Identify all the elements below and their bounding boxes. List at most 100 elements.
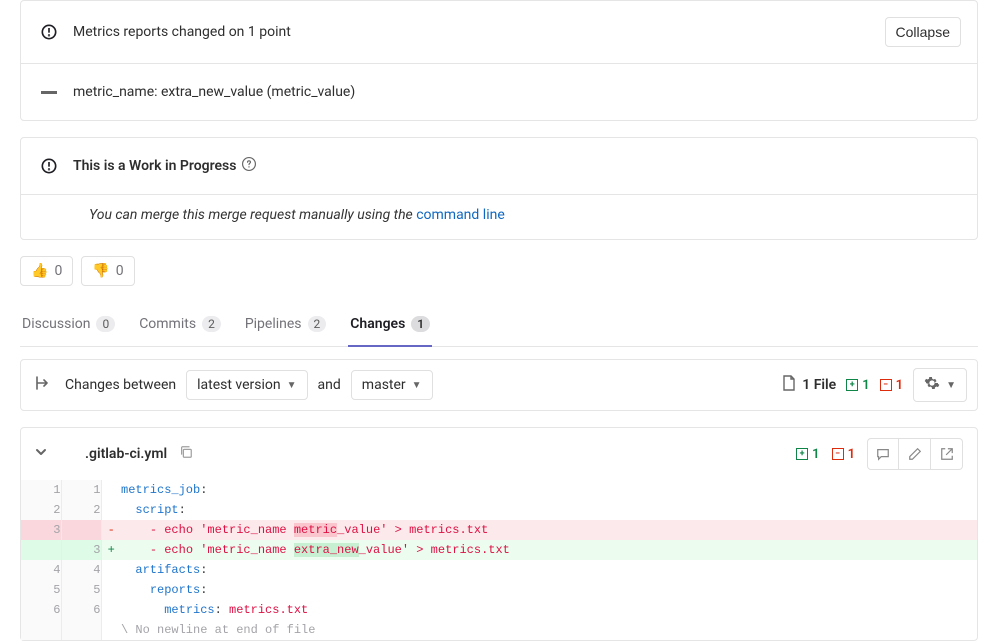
- neutral-icon: [37, 80, 61, 104]
- new-line-number[interactable]: 6: [61, 600, 101, 620]
- comment-button[interactable]: [867, 438, 899, 470]
- file-lines-deleted-count: 1: [848, 447, 855, 462]
- thumbs-up-count: 0: [54, 263, 62, 279]
- version-to-label: master: [362, 377, 406, 393]
- old-line-number[interactable]: 5: [21, 580, 61, 600]
- diff-sign: [101, 500, 121, 520]
- mr-tabs: Discussion 0 Commits 2 Pipelines 2 Chang…: [20, 306, 978, 347]
- diff-sign: [101, 480, 121, 500]
- file-lines-added: + 1: [796, 447, 819, 462]
- tab-commits-label: Commits: [139, 316, 196, 332]
- diff-sign: -: [101, 520, 121, 540]
- metrics-title: Metrics reports changed on 1 point: [73, 24, 885, 40]
- tab-changes[interactable]: Changes 1: [348, 306, 432, 346]
- reactions-bar: 👍 0 👎 0: [20, 256, 978, 286]
- edit-button[interactable]: [899, 438, 931, 470]
- new-line-number[interactable]: 5: [61, 580, 101, 600]
- metrics-header-row: Metrics reports changed on 1 point Colla…: [21, 1, 977, 64]
- file-name: .gitlab-ci.yml: [85, 446, 167, 462]
- diff-file-header: .gitlab-ci.yml + 1 − 1: [21, 428, 977, 480]
- diff-line: 3 - - echo 'metric_name metric_value' > m…: [21, 520, 977, 540]
- version-from-dropdown[interactable]: latest version ▼: [186, 370, 307, 400]
- tab-discussion-label: Discussion: [22, 316, 90, 332]
- new-line-number[interactable]: 2: [61, 500, 101, 520]
- command-line-link[interactable]: command line: [416, 207, 505, 223]
- diff-line: 44 artifacts:: [21, 560, 977, 580]
- new-line-number[interactable]: 1: [61, 480, 101, 500]
- wip-header-row: This is a Work in Progress: [21, 138, 977, 195]
- help-icon[interactable]: [242, 157, 256, 175]
- no-newline-text: \ No newline at end of file: [121, 620, 977, 640]
- diff-code: - echo 'metric_name extra_new_value' > m…: [121, 540, 977, 560]
- external-link-button[interactable]: [931, 438, 963, 470]
- old-line-number[interactable]: 1: [21, 480, 61, 500]
- tab-discussion[interactable]: Discussion 0: [20, 306, 117, 346]
- new-line-number[interactable]: [61, 520, 101, 540]
- file-actions: [867, 438, 963, 470]
- warning-icon: [37, 20, 61, 44]
- file-count-text: 1 File: [802, 377, 836, 393]
- plus-icon: +: [796, 448, 808, 460]
- new-line-number[interactable]: 4: [61, 560, 101, 580]
- changes-toolbar: Changes between latest version ▼ and mas…: [20, 359, 978, 411]
- plus-icon: +: [846, 379, 858, 391]
- gear-icon: [924, 375, 940, 395]
- settings-dropdown[interactable]: ▼: [913, 368, 967, 402]
- file-lines-deleted: − 1: [832, 447, 855, 462]
- tab-pipelines-count: 2: [308, 316, 327, 332]
- tree-toggle-icon[interactable]: [31, 375, 55, 395]
- diff-line: 22 script:: [21, 500, 977, 520]
- thumbs-down-button[interactable]: 👎 0: [81, 256, 134, 286]
- metrics-detail-row: metric_name: extra_new_value (metric_val…: [21, 64, 977, 120]
- old-line-number[interactable]: 3: [21, 520, 61, 540]
- tab-changes-label: Changes: [350, 316, 405, 332]
- old-line-number[interactable]: [21, 540, 61, 560]
- lines-deleted: − 1: [880, 378, 903, 393]
- file-icon: [782, 375, 796, 395]
- chevron-down-icon: ▼: [287, 380, 297, 391]
- chevron-down-icon: ▼: [412, 380, 422, 391]
- thumbs-down-icon: 👎: [92, 263, 109, 279]
- diff-code: reports:: [121, 580, 977, 600]
- and-label: and: [318, 377, 341, 393]
- copy-path-button[interactable]: [179, 445, 193, 463]
- diff-code: metrics_job:: [121, 480, 977, 500]
- collapse-file-button[interactable]: [35, 446, 47, 462]
- metrics-report-panel: Metrics reports changed on 1 point Colla…: [20, 0, 978, 121]
- old-line-number[interactable]: 6: [21, 600, 61, 620]
- diff-sign: [101, 560, 121, 580]
- diff-code: metrics: metrics.txt: [121, 600, 977, 620]
- diff-line: 3+ - echo 'metric_name extra_new_value' …: [21, 540, 977, 560]
- diff-code: - echo 'metric_name metric_value' > metr…: [121, 520, 977, 540]
- tab-changes-count: 1: [411, 316, 430, 332]
- old-line-number[interactable]: 4: [21, 560, 61, 580]
- lines-deleted-count: 1: [896, 378, 903, 393]
- old-line-number[interactable]: 2: [21, 500, 61, 520]
- file-count: 1 File: [782, 375, 836, 395]
- diff-sign: [101, 580, 121, 600]
- lines-added-count: 1: [862, 378, 869, 393]
- tab-commits-count: 2: [202, 316, 221, 332]
- warning-icon: [37, 154, 61, 178]
- tab-pipelines-label: Pipelines: [245, 316, 302, 332]
- tab-commits[interactable]: Commits 2: [137, 306, 223, 346]
- wip-panel: This is a Work in Progress You can merge…: [20, 137, 978, 240]
- version-from-label: latest version: [197, 377, 281, 393]
- new-line-number[interactable]: 3: [61, 540, 101, 560]
- diff-line: 11 metrics_job:: [21, 480, 977, 500]
- tab-discussion-count: 0: [96, 316, 115, 332]
- version-to-dropdown[interactable]: master ▼: [351, 370, 433, 400]
- diff-sign: [101, 600, 121, 620]
- changes-between-label: Changes between: [65, 377, 176, 393]
- thumbs-up-button[interactable]: 👍 0: [20, 256, 73, 286]
- wip-merge-prefix: You can merge this merge request manuall…: [89, 207, 416, 223]
- diff-line: 66 metrics: metrics.txt: [21, 600, 977, 620]
- chevron-down-icon: ▼: [946, 380, 956, 391]
- collapse-button[interactable]: Collapse: [885, 17, 961, 47]
- diff-code: script:: [121, 500, 977, 520]
- no-newline-row: \ No newline at end of file: [21, 620, 977, 640]
- wip-merge-row: You can merge this merge request manuall…: [21, 195, 977, 239]
- thumbs-down-count: 0: [116, 263, 124, 279]
- diff-table: 11metrics_job:22 script:3- - echo 'metri…: [21, 480, 977, 640]
- tab-pipelines[interactable]: Pipelines 2: [243, 306, 328, 346]
